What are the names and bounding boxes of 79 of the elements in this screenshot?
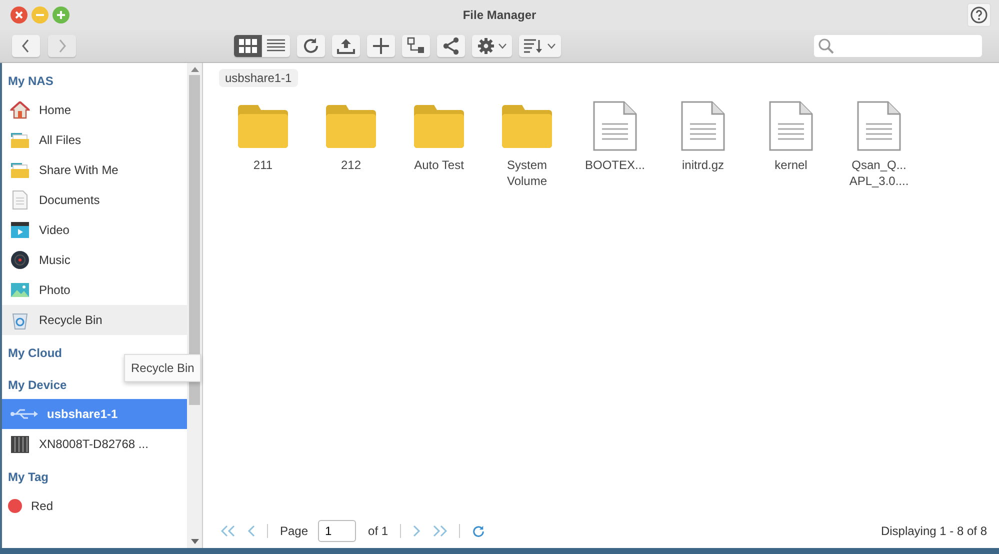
sidebar-item[interactable]: Home [2,95,187,125]
document-icon [857,101,901,151]
list-view-button[interactable] [262,35,290,57]
list-icon [267,39,285,53]
page-count: of 1 [368,524,388,538]
video-icon [10,220,30,240]
sidebar-item[interactable]: Share With Me [2,155,187,185]
disc-icon [10,250,30,270]
share-button[interactable] [437,35,465,57]
file-item[interactable]: kernel [747,101,835,189]
file-name: initrd.gz [682,157,724,173]
close-icon[interactable] [10,6,28,24]
search-field[interactable] [814,35,982,57]
folder-icon [10,130,30,150]
upload-icon [337,38,355,54]
file-name: 212 [340,157,362,173]
chevron-right-icon [57,39,67,53]
refresh-icon[interactable] [472,524,486,538]
help-icon [970,6,988,24]
page-label: Page [280,524,308,538]
file-name: Auto Test [414,157,464,173]
picture-icon [10,280,30,300]
file-item[interactable]: Qsan_Q... APL_3.0.... [835,101,923,189]
sidebar-item[interactable]: Video [2,215,187,245]
add-button[interactable] [367,35,395,57]
connector-icon [407,37,425,55]
file-name: Qsan_Q... APL_3.0.... [849,157,909,189]
document-icon [593,101,637,151]
caret-icon [547,43,556,49]
server-icon [10,434,30,454]
sort-button[interactable] [519,35,561,57]
settings-button[interactable] [472,35,512,57]
usb-icon [10,407,38,421]
sidebar-item[interactable]: XN8008T-D82768 ... [2,429,187,459]
folder-item[interactable]: System Volume [483,101,571,189]
grid-icon [239,39,257,53]
caret-icon [498,43,507,49]
breadcrumb[interactable]: usbshare1-1 [219,69,298,87]
grid-view-button[interactable] [234,35,262,57]
section-heading[interactable]: My NAS [2,63,187,95]
share-icon [442,37,460,55]
document-icon [681,101,725,151]
folder-icon [10,160,30,180]
file-name: 211 [253,157,273,173]
settings-icon [477,37,495,55]
status-text: Displaying 1 - 8 of 8 [880,524,987,538]
file-name: BOOTEX... [584,157,645,173]
sidebar-item[interactable]: Music [2,245,187,275]
file-name: System Volume [506,157,548,189]
sidebar-item[interactable]: All Files [2,125,187,155]
file-item[interactable]: BOOTEX... [571,101,659,189]
help-button[interactable] [967,3,991,27]
plus-icon [373,38,389,54]
refresh-icon [302,37,320,55]
section-heading[interactable]: My Tag [2,459,187,491]
file-name: kernel [774,157,808,173]
folder-item[interactable]: 211 [219,101,307,189]
sidebar-item[interactable]: Documents [2,185,187,215]
chevron-left-icon [21,39,31,53]
house-icon [10,100,30,120]
page-input[interactable]: 1 [318,520,356,542]
sidebar-item[interactable]: Recycle Bin [2,305,187,335]
move-button[interactable] [402,35,430,57]
sidebar-item[interactable]: Photo [2,275,187,305]
down-arrow-icon [190,539,198,544]
up-arrow-icon [190,67,198,72]
file-item[interactable]: initrd.gz [659,101,747,189]
sort-icon [524,38,544,54]
folder-item[interactable]: 212 [307,101,395,189]
upload-button[interactable] [332,35,360,57]
search-icon [818,38,834,54]
document-icon [769,101,813,151]
folder-item[interactable]: Auto Test [395,101,483,189]
window-title: File Manager [462,8,536,22]
sidebar-item[interactable]: Red [2,491,187,521]
refresh-button[interactable] [297,35,325,57]
back-button[interactable] [12,35,40,57]
tooltip: Recycle Bin [124,354,202,382]
document-icon [10,190,30,210]
